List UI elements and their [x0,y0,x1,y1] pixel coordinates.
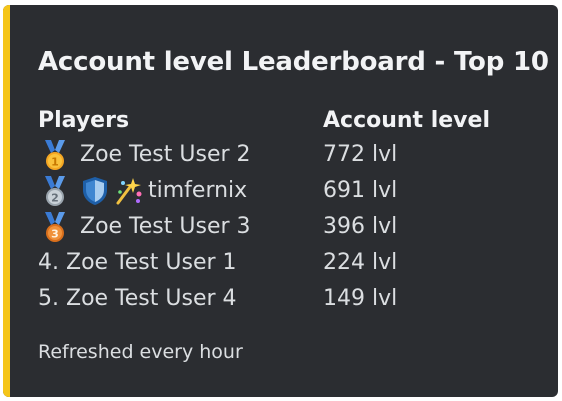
silver-medal-icon: 2 [38,174,72,208]
player-name: Zoe Test User 1 [66,250,237,275]
shield-badge-icon [80,175,110,207]
account-level-value: 149 lvl [323,286,398,311]
embed-footer: Refreshed every hour [38,341,243,363]
account-level-value: 224 lvl [323,250,398,275]
leaderboard-row-2: 2 timfernix [38,173,251,209]
leaderboard-row-4: 4. Zoe Test User 1 [38,245,251,281]
leaderboard-row-3: 3 Zoe Test User 3 [38,209,251,245]
players-column: Players 1 Zoe Test User 2 2 timfernix 3 … [38,105,251,317]
player-name: timfernix [148,178,248,203]
account-level-header: Account level [323,108,490,133]
players-header: Players [38,108,130,133]
rank-number: 4. [38,250,59,275]
player-name: Zoe Test User 3 [80,214,251,239]
rank-number: 5. [38,286,59,311]
embed-title: Account level Leaderboard - Top 10 [38,47,549,77]
sparkle-badge-icon [114,175,144,207]
account-level-column: Account level 772 lvl 691 lvl 396 lvl 22… [323,105,490,317]
svg-text:3: 3 [51,228,59,241]
account-level-value: 691 lvl [323,178,398,203]
leaderboard-embed: Account level Leaderboard - Top 10 Playe… [3,5,558,397]
bronze-medal-icon: 3 [38,210,72,244]
gold-medal-icon: 1 [38,138,72,172]
svg-text:2: 2 [51,192,59,205]
svg-text:1: 1 [51,156,59,169]
account-level-value: 396 lvl [323,214,398,239]
player-name: Zoe Test User 2 [80,142,251,167]
embed-accent-bar [3,5,10,397]
leaderboard-row-1: 1 Zoe Test User 2 [38,137,251,173]
leaderboard-row-5: 5. Zoe Test User 4 [38,281,251,317]
account-level-value: 772 lvl [323,142,398,167]
player-name: Zoe Test User 4 [66,286,237,311]
